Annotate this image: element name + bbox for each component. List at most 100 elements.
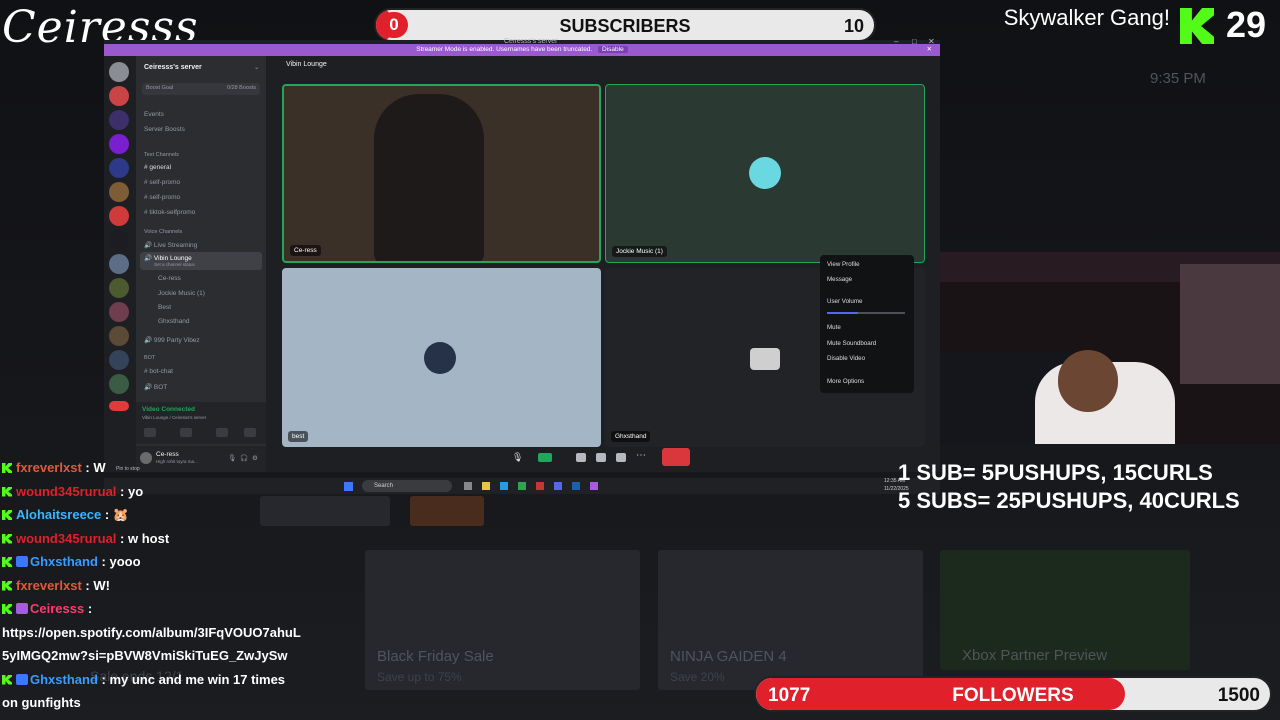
menu-events[interactable]: Events xyxy=(144,111,164,118)
channel-tiktok-selfpromo[interactable]: # tiktok-selfpromo xyxy=(144,209,195,216)
video-tile[interactable]: Ce-ress xyxy=(282,84,601,263)
kick-gang-label: Skywalker Gang! xyxy=(1003,5,1170,30)
steam-icon[interactable] xyxy=(572,482,580,490)
more-icon[interactable]: ⋯ xyxy=(636,450,646,461)
hang-up-button[interactable] xyxy=(662,448,690,466)
channel-bot-chat[interactable]: # bot-chat xyxy=(144,368,173,375)
bot-header[interactable]: BOT xyxy=(144,355,155,361)
voice-member[interactable]: Ce-ress xyxy=(158,275,181,282)
subscribers-goal-bar: 0 SUBSCRIBERS 10 xyxy=(374,8,876,42)
server-icon[interactable] xyxy=(109,230,129,250)
menu-mute-soundboard[interactable]: Mute Soundboard xyxy=(827,340,876,347)
server-icon[interactable] xyxy=(109,86,129,106)
chat-text: 5yIMGQ2mw?si=pBVW8VmiSkiTuEG_ZwJySw xyxy=(2,648,288,663)
chat-message: Alohaitsreece : 🐹 xyxy=(2,507,129,523)
close-banner-icon[interactable]: ✕ xyxy=(927,44,932,56)
chat-text: on gunfights xyxy=(2,695,81,710)
chat-username[interactable]: wound345rurual xyxy=(16,484,116,499)
voice-connected-label: Video Connected xyxy=(142,406,195,413)
app-icon[interactable] xyxy=(590,482,598,490)
subscriber-badge-icon xyxy=(16,673,28,685)
disable-button[interactable]: Disable xyxy=(598,46,628,53)
video-tile[interactable]: best xyxy=(282,268,601,447)
chat-separator: : xyxy=(81,577,94,593)
voice-member[interactable]: Best xyxy=(158,304,171,311)
participant-video xyxy=(374,94,484,261)
microphone-badge-icon xyxy=(16,603,28,614)
dashboard-tile xyxy=(410,496,484,526)
chat-username[interactable]: Ghxsthand xyxy=(30,554,98,569)
channel-general[interactable]: # general xyxy=(144,164,171,171)
channel-self-promo-2[interactable]: # self-promo xyxy=(144,194,180,201)
server-icon[interactable] xyxy=(109,326,129,346)
taskbar-search[interactable]: Search xyxy=(362,480,452,492)
avatar xyxy=(424,342,456,374)
discord-taskbar-icon[interactable] xyxy=(554,482,562,490)
chat-username[interactable]: Ceiresss xyxy=(30,601,84,616)
soundboard-icon[interactable] xyxy=(616,453,626,462)
app-icon[interactable] xyxy=(464,482,472,490)
voice-party-vibez[interactable]: 🔊 999 Party Vibez xyxy=(144,336,200,344)
chat-text: yo xyxy=(127,483,144,499)
dashboard-tile-black-friday[interactable]: Black Friday Sale Save up to 75% xyxy=(365,550,640,690)
voice-channels-header[interactable]: Voice Channels xyxy=(144,229,182,235)
menu-more-options[interactable]: More Options xyxy=(827,378,864,385)
streamer-mode-banner: Streamer Mode is enabled. Usernames have… xyxy=(104,44,940,56)
server-icon[interactable] xyxy=(109,62,129,82)
chat-username[interactable]: Ghxsthand xyxy=(30,672,98,687)
server-icon[interactable] xyxy=(109,254,129,274)
voice-member[interactable]: Jockie Music (1) xyxy=(158,290,205,297)
text-channels-header[interactable]: Text Channels xyxy=(144,152,179,158)
activities-icon[interactable] xyxy=(216,428,228,437)
camera-icon[interactable] xyxy=(538,453,552,462)
activities-icon[interactable] xyxy=(596,453,606,462)
screen-share-icon[interactable] xyxy=(576,453,586,462)
voice-live-streaming[interactable]: 🔊 Live Streaming xyxy=(144,241,197,249)
server-icon[interactable] xyxy=(109,158,129,178)
chat-text: yooo xyxy=(109,554,141,569)
menu-message[interactable]: Message xyxy=(827,276,852,283)
subscribers-label: SUBSCRIBERS xyxy=(559,16,691,36)
chat-text: my unc and me win 17 times xyxy=(109,671,286,687)
server-icon[interactable] xyxy=(109,134,129,154)
chat-message: fxreverlxst : W xyxy=(2,460,106,475)
screen-share-icon[interactable] xyxy=(180,428,192,437)
server-icon[interactable] xyxy=(109,302,129,322)
streamer-webcam xyxy=(940,252,1280,444)
voice-member[interactable]: Ghxsthand xyxy=(158,318,189,325)
file-explorer-icon[interactable] xyxy=(482,482,490,490)
server-icon[interactable] xyxy=(109,374,129,394)
menu-view-profile[interactable]: View Profile xyxy=(827,261,860,268)
server-name[interactable]: Ceiresss's server xyxy=(144,64,202,71)
browser-icon[interactable] xyxy=(500,482,508,490)
chat-username[interactable]: fxreverlxst xyxy=(16,578,82,593)
chat-username[interactable]: wound345rurual xyxy=(16,531,116,546)
server-icon[interactable] xyxy=(109,182,129,202)
channel-bot[interactable]: 🔊 BOT xyxy=(144,383,167,391)
chevron-down-icon[interactable]: ⌄ xyxy=(254,63,259,71)
app-icon[interactable] xyxy=(518,482,526,490)
boost-goal-label: Boost Goal xyxy=(146,85,174,91)
server-icon[interactable] xyxy=(109,110,129,130)
app-icon[interactable] xyxy=(536,482,544,490)
chat-username[interactable]: Alohaitsreece xyxy=(16,507,101,522)
server-icon[interactable] xyxy=(109,206,129,226)
boost-goal[interactable]: Boost Goal 0/28 Boosts xyxy=(142,83,260,95)
dashboard-tile-ninja-gaiden[interactable]: NINJA GAIDEN 4 Save 20% xyxy=(658,550,923,690)
voice-vibin-lounge[interactable]: 🔊 Vibin Lounge Set a channel status xyxy=(140,252,262,270)
soundboard-icon[interactable] xyxy=(244,428,256,437)
microphone-icon[interactable]: 🎙 xyxy=(512,452,523,463)
menu-server-boosts[interactable]: Server Boosts xyxy=(144,126,185,133)
server-icon[interactable] xyxy=(109,278,129,298)
dashboard-tile-xbox[interactable]: Xbox Partner Preview xyxy=(940,550,1190,670)
menu-mute[interactable]: Mute xyxy=(827,324,841,331)
chat-text: w host xyxy=(127,530,170,546)
camera-icon[interactable] xyxy=(144,428,156,437)
chat-username[interactable]: fxreverlxst xyxy=(16,460,82,475)
server-icon[interactable] xyxy=(109,350,129,370)
new-badge xyxy=(109,401,129,411)
menu-disable-video[interactable]: Disable Video xyxy=(827,355,865,362)
video-tile[interactable]: Jockie Music (1) xyxy=(605,84,925,263)
channel-self-promo[interactable]: # self-promo xyxy=(144,179,180,186)
volume-slider[interactable] xyxy=(827,312,905,314)
